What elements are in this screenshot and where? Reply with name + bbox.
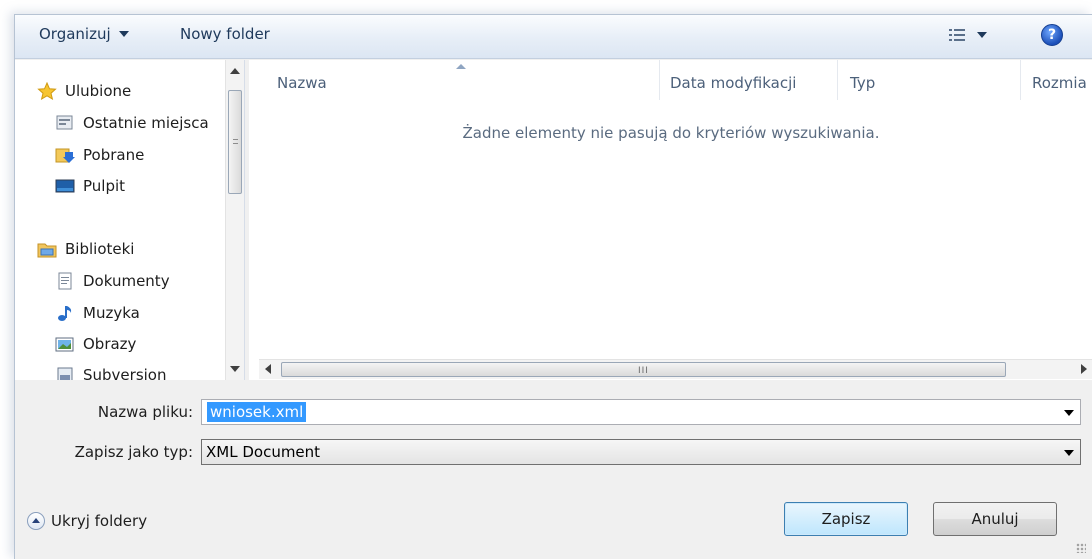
nav-label: Dokumenty	[83, 272, 170, 290]
nav-item-downloads[interactable]: Pobrane	[55, 142, 144, 168]
column-divider[interactable]	[837, 60, 838, 100]
navigation-pane: Ulubione Ostatnie miejsca Pobrane Pulpit…	[15, 60, 245, 380]
toolbar: Organizuj Nowy folder ?	[15, 15, 1092, 59]
nav-label: Biblioteki	[65, 240, 135, 258]
music-icon	[55, 304, 75, 322]
hide-folders-label: Ukryj foldery	[51, 512, 148, 530]
chevron-down-icon	[118, 31, 129, 37]
new-folder-button[interactable]: Nowy folder	[180, 25, 270, 43]
nav-vertical-scrollbar[interactable]	[225, 60, 244, 380]
help-button[interactable]: ?	[1041, 24, 1063, 46]
change-view-button[interactable]	[949, 28, 987, 42]
organize-label: Organizuj	[39, 25, 111, 43]
scroll-right-icon[interactable]	[1081, 364, 1087, 374]
file-list: Nazwa Data modyfikacji Typ Rozmia Żadne …	[249, 60, 1092, 380]
file-name-field[interactable]: wniosek.xml	[201, 399, 1081, 425]
details-view-icon	[949, 28, 965, 42]
nav-item-favorites[interactable]: Ulubione	[37, 78, 131, 104]
documents-icon	[55, 272, 75, 290]
save-button[interactable]: Zapisz	[784, 502, 908, 536]
column-header-date[interactable]: Data modyfikacji	[670, 74, 796, 92]
chevron-down-icon[interactable]	[1064, 410, 1074, 416]
scroll-left-icon[interactable]	[265, 364, 271, 374]
hide-folders-button[interactable]: Ukryj foldery	[27, 512, 147, 530]
file-name-value[interactable]: wniosek.xml	[207, 402, 307, 422]
nav-item-music[interactable]: Muzyka	[55, 300, 140, 326]
recent-places-icon	[55, 114, 75, 132]
nav-item-pictures[interactable]: Obrazy	[55, 331, 136, 357]
subversion-icon	[55, 366, 75, 380]
nav-label: Subversion	[83, 366, 167, 380]
nav-label: Pobrane	[83, 146, 145, 164]
star-icon	[37, 81, 57, 101]
grip-icon: III	[638, 366, 649, 376]
sort-ascending-icon	[456, 64, 466, 69]
nav-item-desktop[interactable]: Pulpit	[55, 173, 125, 199]
scroll-thumb[interactable]	[228, 90, 242, 194]
file-name-label: Nazwa pliku:	[97, 403, 193, 421]
empty-message: Żadne elementy nie pasują do kryteriów w…	[462, 124, 880, 142]
chevron-up-icon	[27, 512, 45, 530]
nav-item-recent-places[interactable]: Ostatnie miejsca	[55, 110, 209, 136]
save-type-select[interactable]: XML Document	[201, 439, 1081, 465]
save-dialog: Organizuj Nowy folder ? Ulubione Ostatni…	[14, 14, 1092, 559]
column-header-type[interactable]: Typ	[850, 74, 875, 92]
save-type-value: XML Document	[206, 443, 321, 461]
help-icon: ?	[1047, 27, 1057, 43]
cancel-button[interactable]: Anuluj	[933, 502, 1057, 536]
scroll-down-icon[interactable]	[230, 366, 240, 372]
nav-label: Muzyka	[83, 304, 140, 322]
downloads-icon	[55, 146, 75, 164]
nav-item-documents[interactable]: Dokumenty	[55, 268, 170, 294]
column-divider[interactable]	[659, 60, 660, 100]
chevron-down-icon[interactable]	[1064, 450, 1074, 456]
scroll-up-icon[interactable]	[230, 68, 240, 74]
organize-button[interactable]: Organizuj	[39, 25, 129, 43]
resize-grip-icon[interactable]	[1076, 543, 1086, 553]
column-divider[interactable]	[1020, 60, 1021, 100]
libraries-icon	[37, 240, 57, 258]
content-horizontal-scrollbar[interactable]: III	[259, 359, 1092, 379]
column-header-size[interactable]: Rozmia	[1032, 74, 1087, 92]
grip-icon	[233, 139, 238, 144]
pictures-icon	[55, 335, 75, 353]
nav-item-subversion[interactable]: Subversion	[55, 362, 167, 380]
new-folder-label: Nowy folder	[180, 25, 270, 43]
nav-item-libraries[interactable]: Biblioteki	[37, 236, 134, 262]
nav-label: Pulpit	[83, 177, 126, 195]
desktop-icon	[55, 177, 75, 195]
chevron-down-icon	[977, 32, 987, 38]
scroll-thumb[interactable]: III	[281, 362, 1006, 377]
nav-label: Obrazy	[83, 335, 137, 353]
save-type-label: Zapisz jako typ:	[74, 443, 193, 461]
nav-label: Ulubione	[65, 82, 132, 100]
nav-label: Ostatnie miejsca	[83, 114, 209, 132]
column-header-name[interactable]: Nazwa	[277, 74, 327, 92]
